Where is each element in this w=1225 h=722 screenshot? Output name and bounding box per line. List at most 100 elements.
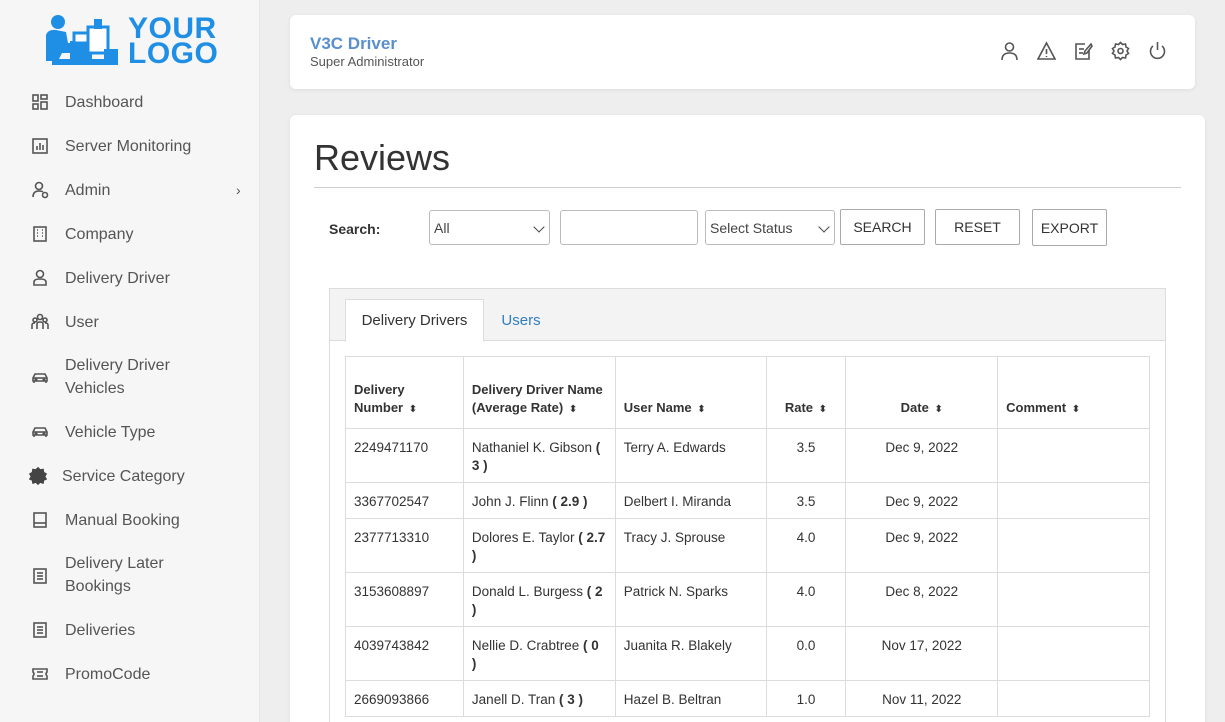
sort-icon: ⬍ — [408, 404, 418, 415]
rate-cell: 4.0 — [765, 572, 847, 627]
search-label: Search: — [329, 221, 381, 237]
search-button[interactable]: SEARCH — [840, 209, 925, 245]
sidebar-item-service-category[interactable]: Service Category — [0, 464, 260, 488]
col-header-delivery-number[interactable]: Delivery Number ⬍ — [345, 356, 464, 429]
driver-name-cell: Dolores E. Taylor ( 2.7 ) — [462, 518, 616, 573]
delivery-number-cell: 2249471170 — [345, 428, 464, 483]
delivery-number-cell: 3153608897 — [345, 572, 464, 627]
sidebar-item-label: Manual Booking — [65, 511, 180, 529]
tab-users[interactable]: Users — [490, 299, 552, 342]
sidebar-item-label: Server Monitoring — [65, 137, 192, 155]
user-name-cell: Patrick N. Sparks — [614, 572, 767, 627]
edit-icon[interactable] — [1074, 41, 1093, 61]
col-header-comment[interactable]: Comment ⬍ — [997, 356, 1150, 429]
select-value: All — [434, 219, 450, 236]
power-icon[interactable] — [1148, 41, 1167, 61]
sidebar-item-label: PromoCode — [65, 665, 151, 683]
sidebar-item-delivery-later-bookings[interactable]: Delivery Later Bookings — [0, 552, 260, 600]
gear-badge-icon — [29, 467, 47, 485]
driver-name-cell: Janell D. Tran ( 3 ) — [462, 680, 616, 717]
user-name-cell: Tracy J. Sprouse — [614, 518, 767, 573]
alert-icon[interactable] — [1036, 41, 1057, 61]
search-input[interactable] — [560, 210, 698, 245]
dashboard-icon — [31, 93, 49, 111]
table-header-row: Delivery Number ⬍ Delivery Driver Name (… — [345, 356, 1150, 429]
users-icon — [31, 313, 49, 331]
tab-delivery-drivers[interactable]: Delivery Drivers — [345, 299, 484, 342]
logo-mark-icon — [44, 13, 122, 69]
col-header-driver-name[interactable]: Delivery Driver Name (Average Rate) ⬍ — [462, 356, 616, 429]
chevron-down-icon — [533, 221, 545, 233]
date-cell: Dec 9, 2022 — [845, 482, 999, 519]
rate-cell: 4.0 — [765, 518, 847, 573]
sidebar-item-label: Delivery Driver — [65, 269, 170, 287]
sidebar-item-vehicle-type[interactable]: Vehicle Type — [0, 420, 260, 444]
settings-icon[interactable] — [1111, 41, 1130, 61]
sidebar-item-delivery-driver-vehicles[interactable]: Delivery Driver Vehicles — [0, 354, 260, 402]
sidebar: YOUR LOGO Dashboard Server Monitoring Ad… — [0, 0, 260, 722]
comment-cell — [997, 572, 1150, 627]
date-cell: Nov 17, 2022 — [845, 626, 999, 681]
sidebar-item-admin[interactable]: Admin › — [0, 178, 260, 202]
reset-button[interactable]: RESET — [935, 209, 1020, 245]
driver-icon — [31, 269, 49, 287]
sidebar-item-server-monitoring[interactable]: Server Monitoring — [0, 134, 260, 158]
table-row: 3367702547 John J. Flinn ( 2.9 ) Delbert… — [345, 482, 1150, 519]
date-cell: Dec 9, 2022 — [845, 428, 999, 483]
table-row: 4039743842 Nellie D. Crabtree ( 0 ) Juan… — [345, 626, 1150, 681]
sidebar-item-dashboard[interactable]: Dashboard — [0, 90, 260, 114]
sidebar-item-label: Admin — [65, 181, 111, 199]
comment-cell — [997, 626, 1150, 681]
car-icon — [31, 369, 49, 387]
sidebar-item-user[interactable]: User — [0, 310, 260, 334]
logo[interactable]: YOUR LOGO — [44, 12, 224, 70]
col-header-date[interactable]: Date ⬍ — [845, 356, 999, 429]
sidebar-item-label: Dashboard — [65, 93, 144, 111]
search-filter-select[interactable]: All — [429, 210, 550, 245]
sidebar-item-deliveries[interactable]: Deliveries — [0, 618, 260, 642]
user-name-cell: Hazel B. Beltran — [614, 680, 767, 717]
sort-icon: ⬍ — [818, 404, 828, 415]
driver-name-cell: Donald L. Burgess ( 2 ) — [462, 572, 616, 627]
delivery-number-cell: 3367702547 — [345, 482, 464, 519]
sidebar-item-label: User — [65, 313, 99, 331]
export-button[interactable]: EXPORT — [1032, 209, 1107, 246]
rate-cell: 0.0 — [765, 626, 847, 681]
date-cell: Nov 11, 2022 — [845, 680, 999, 717]
list-icon — [31, 621, 49, 639]
building-icon — [31, 225, 49, 243]
sidebar-item-label: Delivery Driver Vehicles — [65, 357, 170, 397]
header-actions — [1000, 41, 1167, 61]
driver-name: Nellie D. Crabtree — [471, 638, 580, 653]
date-cell: Dec 8, 2022 — [845, 572, 999, 627]
user-name-cell: Juanita R. Blakely — [614, 626, 767, 681]
main-content: Reviews Search: All Select Status SEARCH… — [290, 115, 1205, 722]
user-name-cell: Terry A. Edwards — [614, 428, 767, 483]
col-header-user-name[interactable]: User Name ⬍ — [614, 356, 767, 429]
header-label: User Name — [623, 400, 692, 415]
chart-icon — [31, 137, 49, 155]
user-role: Super Administrator — [310, 54, 425, 69]
driver-name: John J. Flinn — [471, 494, 549, 509]
book-icon — [31, 511, 49, 529]
header-label: Delivery Number — [354, 382, 405, 415]
logo-line-2: LOGO — [128, 37, 219, 70]
car-icon — [31, 423, 49, 441]
comment-cell — [997, 482, 1150, 519]
sidebar-item-delivery-driver[interactable]: Delivery Driver — [0, 266, 260, 290]
sidebar-item-company[interactable]: Company — [0, 222, 260, 246]
ticket-icon — [31, 665, 49, 683]
rate-cell: 1.0 — [765, 680, 847, 717]
delivery-number-cell: 4039743842 — [345, 626, 464, 681]
average-rate: ( 2.9 ) — [552, 494, 588, 509]
sort-icon: ⬍ — [697, 404, 706, 415]
reviews-table: Delivery Number ⬍ Delivery Driver Name (… — [345, 356, 1150, 717]
user-icon[interactable] — [1000, 41, 1019, 61]
status-select[interactable]: Select Status — [705, 210, 835, 245]
delivery-number-cell: 2669093866 — [345, 680, 464, 717]
col-header-rate[interactable]: Rate ⬍ — [765, 356, 847, 429]
sidebar-item-promocode[interactable]: PromoCode — [0, 662, 260, 686]
chevron-down-icon — [818, 221, 830, 233]
sidebar-item-label: Company — [65, 225, 134, 243]
sidebar-item-manual-booking[interactable]: Manual Booking — [0, 508, 260, 532]
